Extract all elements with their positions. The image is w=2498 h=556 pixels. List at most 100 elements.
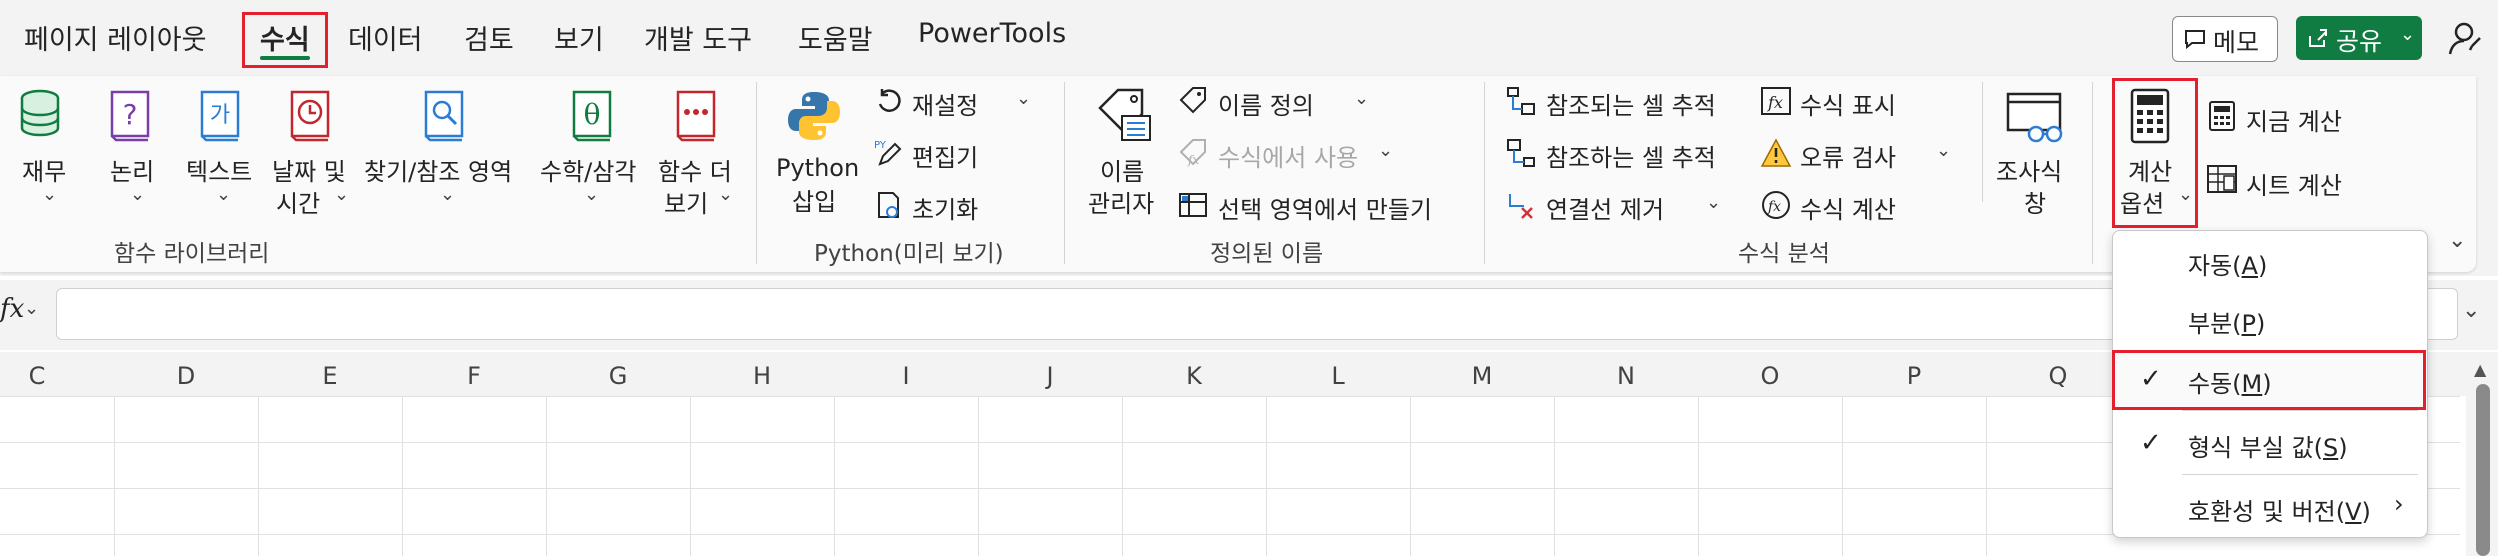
column-header-o[interactable]: O [1698, 356, 1842, 396]
remove-arrows-icon[interactable] [1506, 190, 1536, 220]
python-insert-label-line2[interactable]: 삽입 [792, 182, 836, 217]
error-checking-icon[interactable] [1760, 138, 1792, 168]
name-manager-label-line1[interactable]: 이름 [1100, 152, 1144, 187]
watch-window-label-line2[interactable]: 창 [2024, 184, 2046, 219]
column-header-e[interactable]: E [258, 356, 402, 396]
fx-label[interactable]: fx [0, 294, 24, 324]
error-checking-chevron-icon[interactable]: ⌄ [1936, 140, 1951, 161]
reset-icon[interactable] [874, 86, 904, 116]
account-icon[interactable] [2446, 18, 2486, 58]
tab-review[interactable]: 검토 [464, 18, 514, 57]
financial-chevron-icon[interactable]: ⌄ [42, 184, 57, 205]
name-manager-icon[interactable] [1094, 86, 1154, 144]
column-header-m[interactable]: M [1410, 356, 1554, 396]
collapse-ribbon-chevron-icon[interactable]: ⌄ [2448, 228, 2466, 253]
logical-icon[interactable]: ? [108, 88, 152, 142]
financial-icon[interactable] [18, 88, 62, 140]
menu-item-partial[interactable]: 부분(P) [2188, 304, 2265, 339]
calc-sheet-label[interactable]: 시트 계산 [2246, 166, 2342, 201]
menu-item-automatic[interactable]: 자동(A) [2188, 246, 2267, 281]
trace-dependents-label[interactable]: 참조하는 셀 추적 [1546, 138, 1716, 173]
column-header-k[interactable]: K [1122, 356, 1266, 396]
editor-label[interactable]: 편집기 [912, 138, 978, 173]
lookup-reference-label[interactable]: 찾기/참조 영역 [364, 152, 512, 187]
watch-window-icon[interactable] [2006, 88, 2066, 146]
math-trig-icon[interactable]: θ [570, 88, 614, 142]
column-header-d[interactable]: D [114, 356, 258, 396]
column-header-p[interactable]: P [1842, 356, 1986, 396]
column-header-l[interactable]: L [1266, 356, 1410, 396]
define-name-label[interactable]: 이름 정의 [1218, 86, 1314, 121]
watch-window-label-line1[interactable]: 조사식 [1996, 152, 2062, 187]
formula-input[interactable] [56, 288, 2458, 340]
initialize-label[interactable]: 초기화 [912, 190, 978, 225]
financial-label[interactable]: 재무 [22, 152, 66, 187]
lookup-reference-chevron-icon[interactable]: ⌄ [440, 184, 455, 205]
reset-label[interactable]: 재설정 [912, 86, 978, 121]
logical-label[interactable]: 논리 [110, 152, 154, 187]
trace-precedents-label[interactable]: 참조되는 셀 추적 [1546, 86, 1716, 121]
logical-chevron-icon[interactable]: ⌄ [130, 184, 145, 205]
tab-powertools[interactable]: PowerTools [918, 18, 1066, 49]
math-trig-chevron-icon[interactable]: ⌄ [584, 184, 599, 205]
menu-item-iterative[interactable]: 형식 부실 값(S) [2188, 428, 2348, 463]
math-trig-label[interactable]: 수학/삼각 [540, 152, 636, 187]
initialize-icon[interactable] [874, 190, 904, 220]
define-name-chevron-icon[interactable]: ⌄ [1354, 88, 1369, 109]
share-chevron-icon[interactable]: ⌄ [2400, 24, 2415, 45]
editor-icon[interactable]: PY [874, 138, 904, 168]
column-header-f[interactable]: F [402, 356, 546, 396]
name-manager-label-line2[interactable]: 관리자 [1088, 184, 1154, 219]
show-formulas-icon[interactable]: fx [1760, 86, 1792, 116]
python-insert-label-line1[interactable]: Python [776, 154, 859, 182]
remove-arrows-chevron-icon[interactable]: ⌄ [1706, 192, 1721, 213]
error-checking-label[interactable]: 오류 검사 [1800, 138, 1896, 173]
tab-developer[interactable]: 개발 도구 [644, 18, 752, 57]
calc-now-icon[interactable] [2208, 100, 2236, 132]
column-header-h[interactable]: H [690, 356, 834, 396]
show-formulas-label[interactable]: 수식 표시 [1800, 86, 1896, 121]
scrollbar-thumb[interactable] [2476, 384, 2490, 556]
tab-help[interactable]: 도움말 [798, 18, 873, 57]
column-header-n[interactable]: N [1554, 356, 1698, 396]
column-header-j[interactable]: J [978, 356, 1122, 396]
text-chevron-icon[interactable]: ⌄ [216, 184, 231, 205]
evaluate-formula-label[interactable]: 수식 계산 [1800, 190, 1896, 225]
menu-item-compatibility[interactable]: 호환성 및 버전(V) [2188, 492, 2371, 527]
date-time-label-line2[interactable]: 시간 [276, 184, 320, 219]
tab-data[interactable]: 데이터 [348, 18, 423, 57]
create-from-selection-label[interactable]: 선택 영역에서 만들기 [1218, 190, 1432, 225]
column-header-i[interactable]: I [834, 356, 978, 396]
evaluate-formula-icon[interactable]: fx [1760, 190, 1792, 220]
calc-now-label[interactable]: 지금 계산 [2246, 102, 2342, 137]
more-functions-label-line1[interactable]: 함수 더 [658, 152, 732, 187]
column-header-g[interactable]: G [546, 356, 690, 396]
tab-page-layout[interactable]: 페이지 레이아웃 [24, 18, 206, 57]
expand-formula-bar-chevron-icon[interactable]: ⌄ [2462, 298, 2480, 323]
more-functions-icon[interactable] [674, 88, 718, 142]
more-functions-chevron-icon[interactable]: ⌄ [718, 184, 733, 205]
text-label[interactable]: 텍스트 [186, 152, 252, 187]
column-header-q[interactable]: Q [1986, 356, 2130, 396]
remove-arrows-label[interactable]: 연결선 제거 [1546, 190, 1664, 225]
share-button[interactable]: 공유 ⌄ [2296, 16, 2422, 60]
define-name-icon[interactable] [1178, 86, 1208, 116]
calc-sheet-icon[interactable] [2206, 164, 2238, 194]
date-time-chevron-icon[interactable]: ⌄ [334, 184, 349, 205]
date-time-icon[interactable] [288, 88, 332, 142]
tab-view[interactable]: 보기 [554, 18, 604, 57]
column-header-c[interactable]: C [0, 356, 74, 396]
reset-chevron-icon[interactable]: ⌄ [1016, 88, 1031, 109]
date-time-label-line1[interactable]: 날짜 및 [272, 152, 346, 187]
fx-chevron-icon[interactable]: ⌄ [24, 298, 39, 319]
scroll-up-icon[interactable]: ▲ [2474, 360, 2486, 379]
trace-precedents-icon[interactable] [1506, 86, 1536, 116]
create-from-selection-icon[interactable] [1178, 190, 1208, 220]
text-icon[interactable]: 가 [198, 88, 242, 142]
python-icon[interactable] [786, 88, 842, 144]
more-functions-label-line2[interactable]: 보기 [664, 184, 708, 219]
memo-button[interactable]: 메모 [2172, 16, 2278, 62]
trace-dependents-icon[interactable] [1506, 138, 1536, 168]
use-in-formula-icon: fx [1179, 139, 1206, 167]
lookup-reference-icon[interactable] [422, 88, 466, 142]
